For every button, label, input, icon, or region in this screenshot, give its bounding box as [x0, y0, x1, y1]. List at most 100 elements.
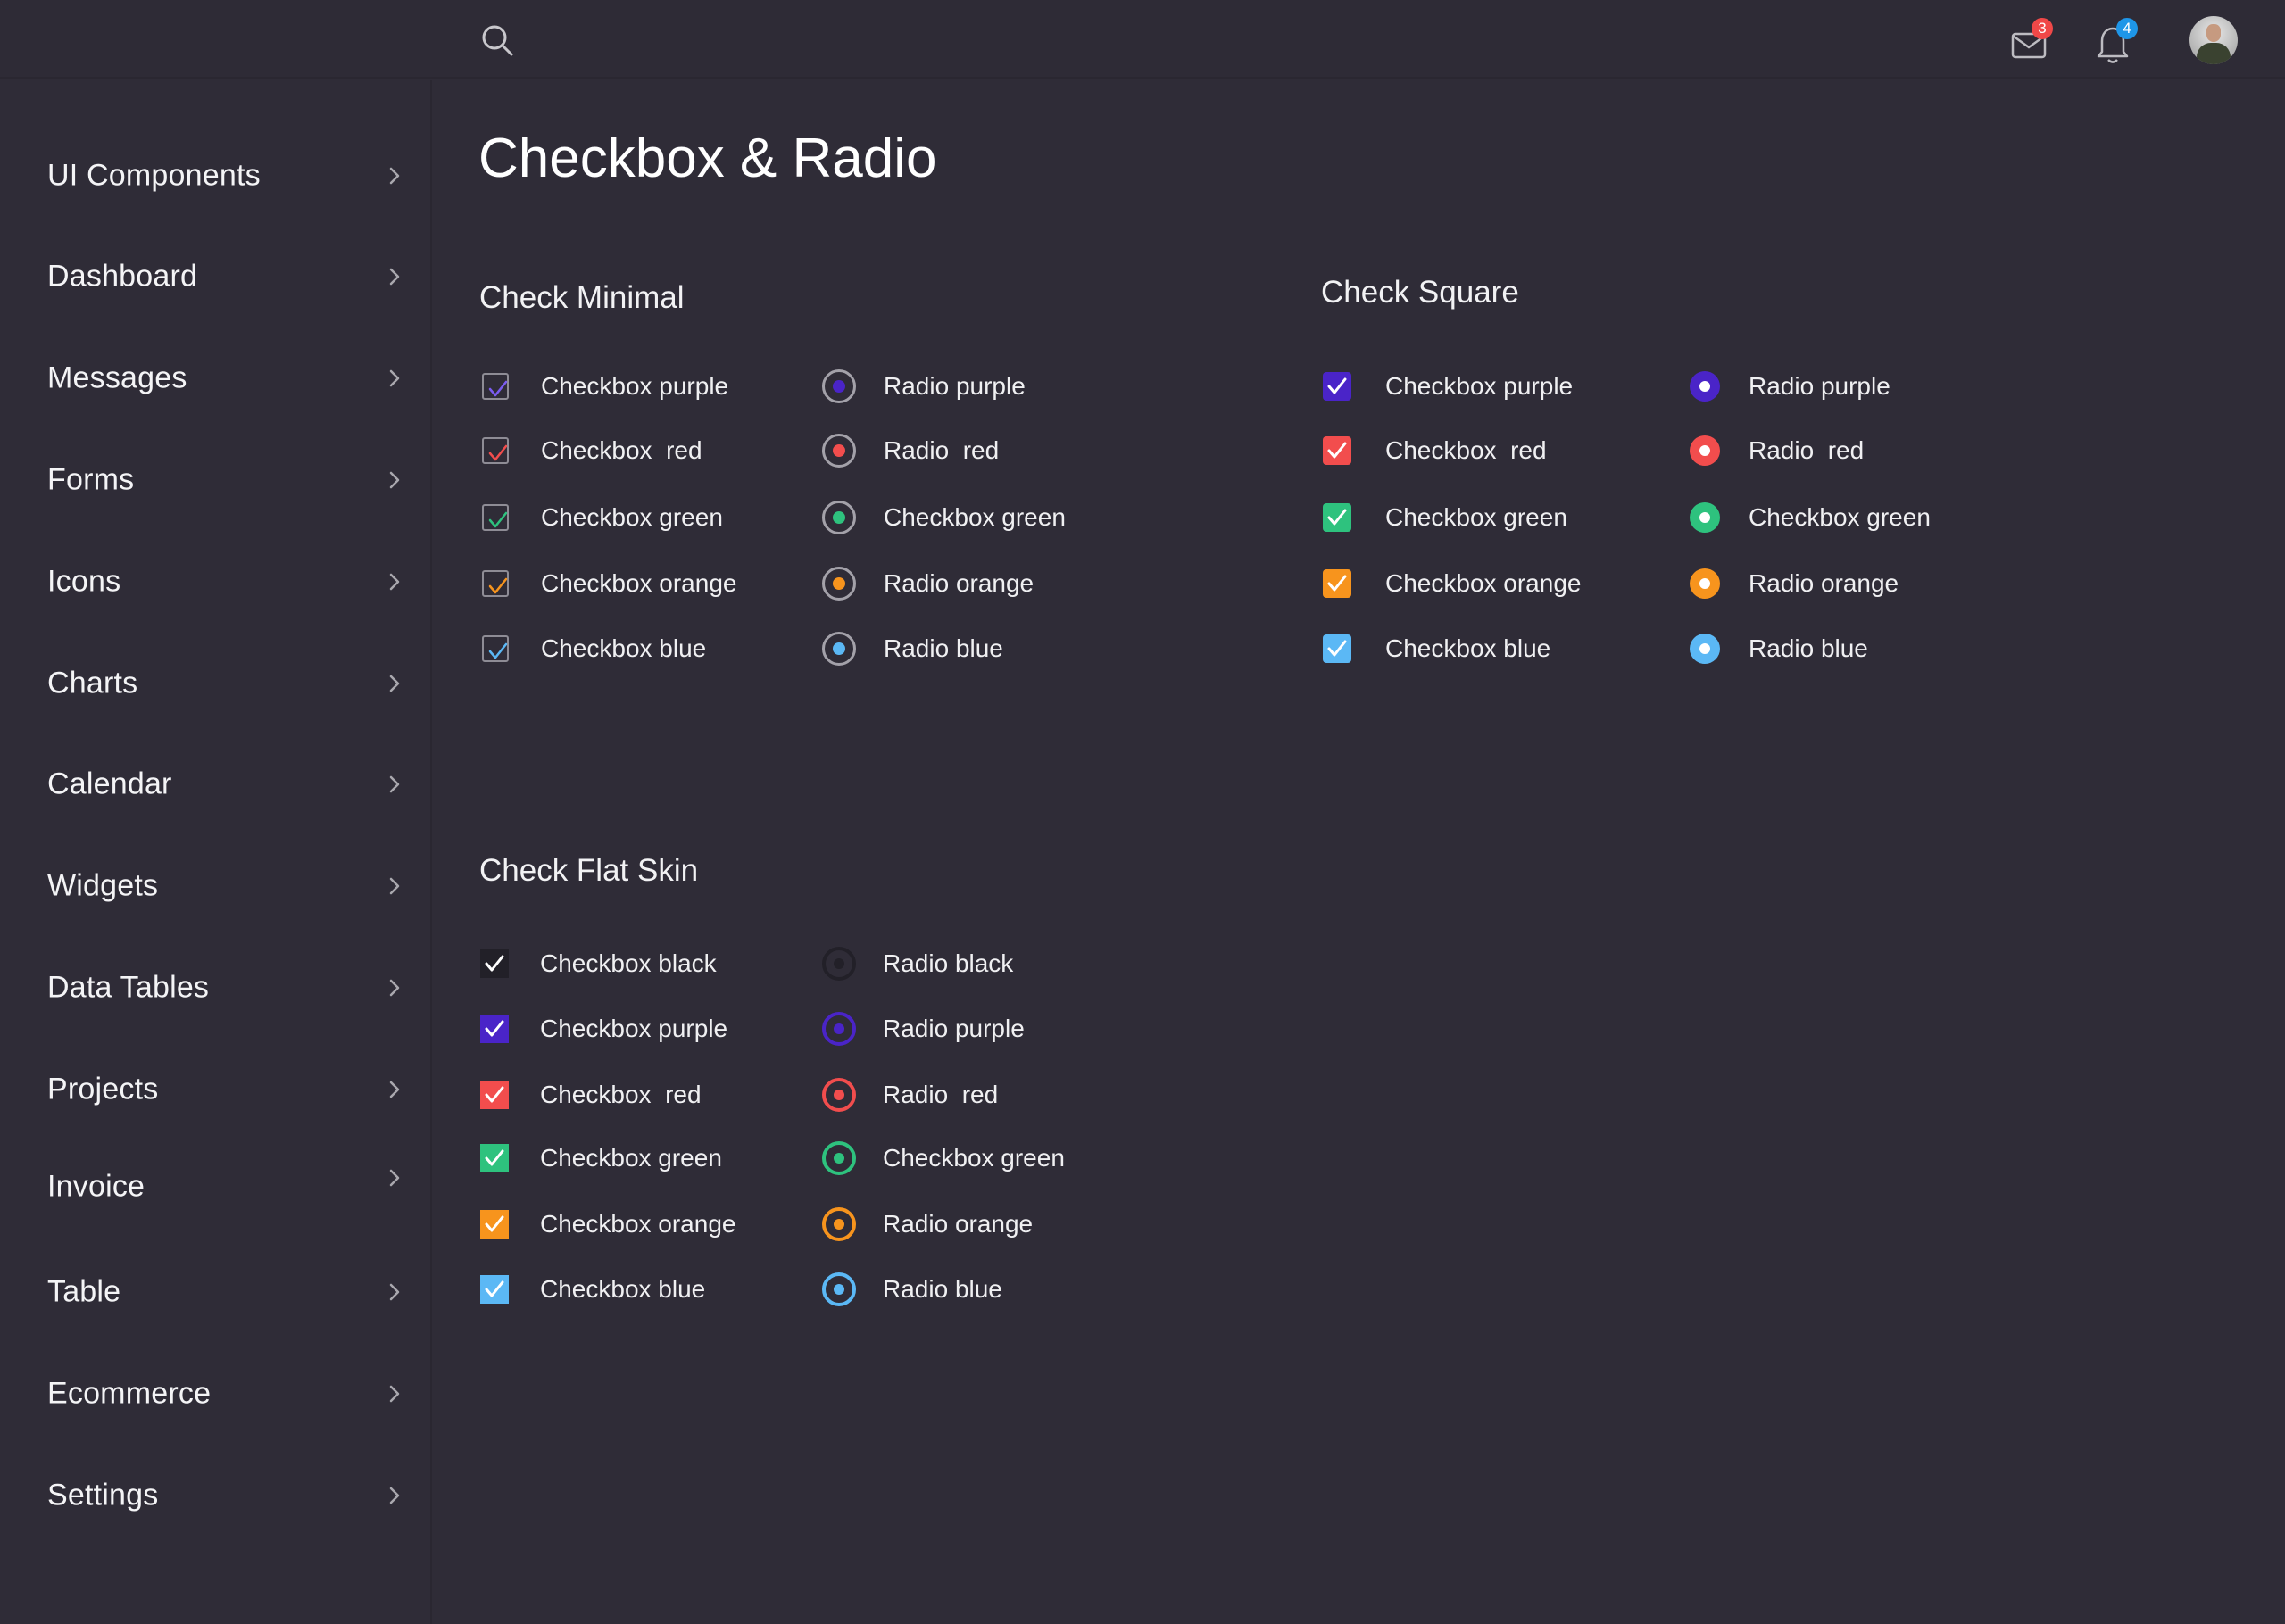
- square-checkbox-red[interactable]: Checkbox red: [1323, 431, 1644, 470]
- sidebar-item-ecommerce[interactable]: Ecommerce: [0, 1358, 430, 1429]
- radio[interactable]: [822, 567, 856, 601]
- checkbox[interactable]: [482, 504, 509, 531]
- radio[interactable]: [822, 1141, 856, 1175]
- radio[interactable]: [1690, 634, 1720, 664]
- minimal-radio-blue[interactable]: Radio blue: [822, 629, 1143, 668]
- checkbox[interactable]: [480, 1210, 509, 1239]
- radio[interactable]: [822, 1012, 856, 1046]
- flat-radio-red[interactable]: Radio red: [822, 1075, 1143, 1114]
- sidebar-item-table[interactable]: Table: [0, 1256, 430, 1328]
- checkbox[interactable]: [482, 373, 509, 400]
- sidebar-item-ui-components[interactable]: UI Components: [0, 140, 430, 211]
- square-radio-green[interactable]: Checkbox green: [1690, 498, 2011, 537]
- minimal-radio-purple[interactable]: Radio purple: [822, 367, 1143, 406]
- checkbox[interactable]: [482, 570, 509, 597]
- messages-button[interactable]: 3: [2008, 18, 2055, 62]
- square-radio-orange[interactable]: Radio orange: [1690, 564, 2011, 603]
- sidebar-item-messages[interactable]: Messages: [0, 343, 430, 414]
- radio[interactable]: [822, 632, 856, 666]
- checkbox[interactable]: [1323, 569, 1351, 598]
- radio[interactable]: [822, 947, 856, 981]
- radio[interactable]: [822, 1272, 856, 1306]
- mail-badge: 3: [2032, 18, 2053, 39]
- checkbox[interactable]: [480, 1015, 509, 1043]
- checkbox[interactable]: [1323, 634, 1351, 663]
- search-button[interactable]: [480, 23, 516, 59]
- checkbox[interactable]: [1323, 503, 1351, 532]
- flat-radio-green[interactable]: Checkbox green: [822, 1139, 1143, 1178]
- user-avatar[interactable]: [2189, 16, 2238, 64]
- minimal-checkbox-green[interactable]: Checkbox green: [482, 498, 803, 537]
- flat-radio-purple[interactable]: Radio purple: [822, 1009, 1143, 1048]
- flat-radio-orange[interactable]: Radio orange: [822, 1205, 1143, 1244]
- avatar-body: [2197, 43, 2231, 64]
- option-label: Radio orange: [884, 569, 1034, 597]
- option-label: Checkbox green: [540, 1144, 722, 1172]
- option-label: Radio red: [1749, 436, 1865, 464]
- checkbox[interactable]: [482, 635, 509, 662]
- chevron-right-icon: [387, 875, 402, 897]
- flat-radio-black[interactable]: Radio black: [822, 944, 1143, 983]
- minimal-radio-orange[interactable]: Radio orange: [822, 564, 1143, 603]
- square-radio-red[interactable]: Radio red: [1690, 431, 2011, 470]
- checkbox[interactable]: [480, 1275, 509, 1304]
- square-radio-purple[interactable]: Radio purple: [1690, 367, 2011, 406]
- radio[interactable]: [1690, 371, 1720, 402]
- sidebar-item-invoice[interactable]: Invoice: [0, 1151, 430, 1222]
- sidebar-item-settings[interactable]: Settings: [0, 1460, 430, 1531]
- minimal-checkbox-red[interactable]: Checkbox red: [482, 431, 803, 470]
- flat-checkbox-orange[interactable]: Checkbox orange: [480, 1205, 802, 1244]
- radio[interactable]: [822, 434, 856, 468]
- minimal-radio-green[interactable]: Checkbox green: [822, 498, 1143, 537]
- radio[interactable]: [1690, 568, 1720, 599]
- top-bar: 3 4: [0, 0, 2285, 79]
- sidebar-item-label: Table: [47, 1274, 121, 1309]
- square-checkbox-purple[interactable]: Checkbox purple: [1323, 367, 1644, 406]
- sidebar-item-forms[interactable]: Forms: [0, 444, 430, 516]
- square-checkbox-orange[interactable]: Checkbox orange: [1323, 564, 1644, 603]
- radio[interactable]: [822, 1078, 856, 1112]
- checkbox[interactable]: [480, 1081, 509, 1109]
- square-radio-blue[interactable]: Radio blue: [1690, 629, 2011, 668]
- radio[interactable]: [1690, 502, 1720, 533]
- option-label: Checkbox green: [884, 503, 1066, 531]
- checkbox[interactable]: [480, 949, 509, 978]
- minimal-checkbox-purple_minimal[interactable]: Checkbox purple: [482, 367, 803, 406]
- chevron-right-icon: [387, 1281, 402, 1303]
- radio[interactable]: [822, 501, 856, 534]
- radio[interactable]: [1690, 435, 1720, 466]
- chevron-right-icon: [387, 266, 402, 287]
- minimal-checkbox-blue[interactable]: Checkbox blue: [482, 629, 803, 668]
- flat-checkbox-black[interactable]: Checkbox black: [480, 944, 802, 983]
- sidebar-item-icons[interactable]: Icons: [0, 546, 430, 617]
- sidebar-item-calendar[interactable]: Calendar: [0, 749, 430, 820]
- minimal-checkbox-orange[interactable]: Checkbox orange: [482, 564, 803, 603]
- flat-checkbox-blue[interactable]: Checkbox blue: [480, 1270, 802, 1309]
- option-label: Checkbox purple: [540, 1015, 728, 1042]
- sidebar-item-charts[interactable]: Charts: [0, 648, 430, 719]
- sidebar-item-projects[interactable]: Projects: [0, 1054, 430, 1125]
- flat-radio-blue[interactable]: Radio blue: [822, 1270, 1143, 1309]
- option-label: Checkbox orange: [540, 1210, 736, 1238]
- option-label: Radio red: [883, 1081, 999, 1108]
- option-label: Checkbox blue: [541, 634, 707, 662]
- sidebar-item-data-tables[interactable]: Data Tables: [0, 952, 430, 1023]
- minimal-radio-red[interactable]: Radio red: [822, 431, 1143, 470]
- flat-checkbox-purple[interactable]: Checkbox purple: [480, 1009, 802, 1048]
- checkbox[interactable]: [1323, 436, 1351, 465]
- checkbox[interactable]: [482, 437, 509, 464]
- flat-checkbox-green[interactable]: Checkbox green: [480, 1139, 802, 1178]
- avatar-head: [2206, 24, 2221, 42]
- radio[interactable]: [822, 1207, 856, 1241]
- sidebar-item-widgets[interactable]: Widgets: [0, 850, 430, 922]
- flat-checkbox-red[interactable]: Checkbox red: [480, 1075, 802, 1114]
- notifications-button[interactable]: 4: [2093, 18, 2140, 63]
- checkbox[interactable]: [1323, 372, 1351, 401]
- checkbox[interactable]: [480, 1144, 509, 1172]
- square-checkbox-blue[interactable]: Checkbox blue: [1323, 629, 1644, 668]
- sidebar-item-dashboard[interactable]: Dashboard: [0, 241, 430, 312]
- sidebar-item-label: Invoice: [47, 1169, 145, 1204]
- sidebar-item-label: Projects: [47, 1072, 159, 1106]
- square-checkbox-green[interactable]: Checkbox green: [1323, 498, 1644, 537]
- radio[interactable]: [822, 369, 856, 403]
